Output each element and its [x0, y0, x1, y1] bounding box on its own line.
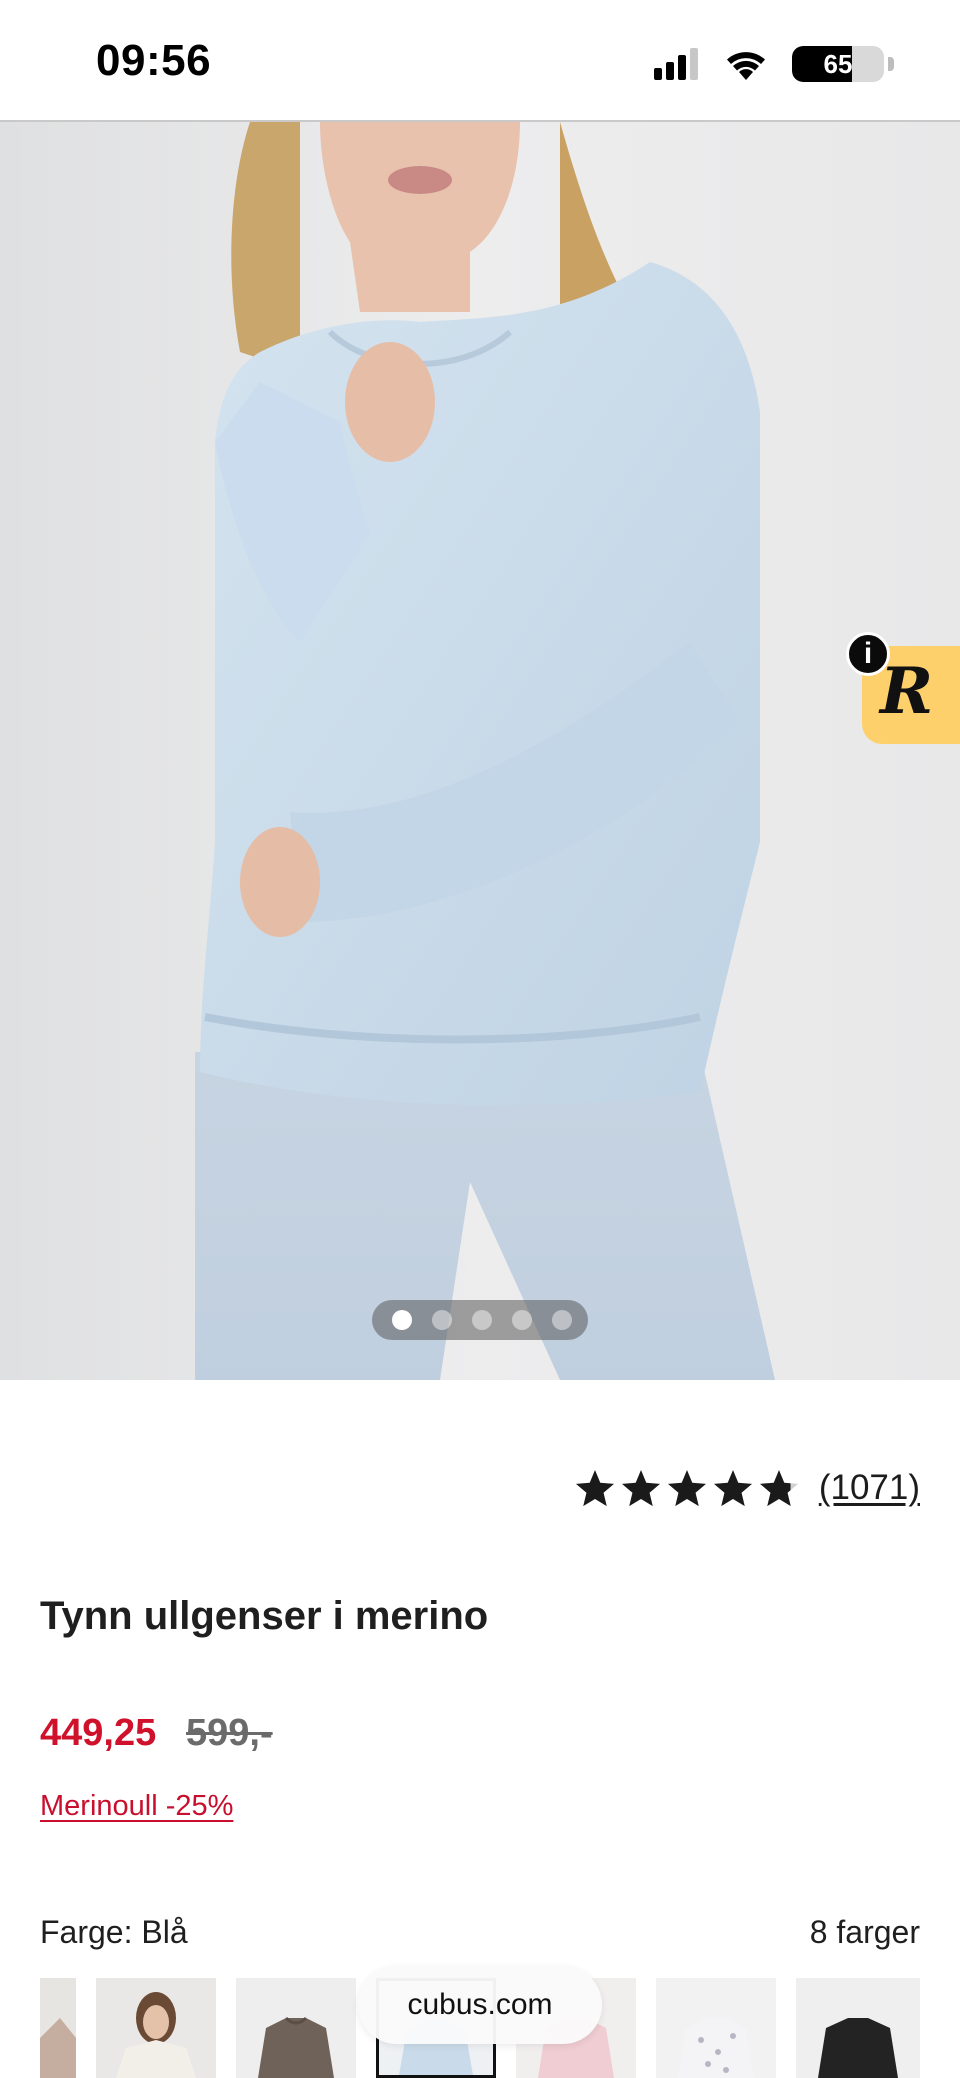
sale-price: 449,25 — [40, 1712, 157, 1754]
review-count-link[interactable]: (1071) — [819, 1468, 920, 1508]
star-icon — [621, 1470, 661, 1507]
wifi-icon — [727, 52, 765, 80]
battery-icon: 65 — [792, 46, 896, 82]
color-label: Farge: Blå — [40, 1914, 188, 1950]
carousel-pagination[interactable] — [372, 1300, 588, 1340]
status-icons: 65 — [636, 44, 896, 84]
status-time: 09:56 — [96, 36, 212, 85]
carousel-dot-4[interactable] — [512, 1310, 532, 1330]
star-icon — [713, 1470, 753, 1507]
carousel-dot-3[interactable] — [472, 1310, 492, 1330]
signal-bars-icon — [654, 48, 698, 80]
color-swatch[interactable] — [96, 1978, 216, 2078]
product-image-gallery[interactable] — [0, 122, 960, 1380]
campaign-link[interactable]: Merinoull -25% — [40, 1790, 233, 1823]
price-row: 449,25 599,- — [40, 1712, 440, 1762]
color-swatch[interactable] — [40, 1978, 76, 2078]
original-price: 599,- — [186, 1712, 273, 1754]
status-bar: 09:56 65 — [0, 0, 960, 122]
info-icon[interactable]: i — [846, 632, 890, 676]
color-count: 8 farger — [809, 1914, 920, 1950]
carousel-dot-1[interactable] — [392, 1310, 412, 1330]
color-swatch[interactable] — [656, 1978, 776, 2078]
rating-row[interactable]: (1071) — [560, 1464, 920, 1514]
browser-url-bar[interactable]: cubus.com — [358, 1966, 602, 2044]
rating-stars — [575, 1470, 798, 1507]
color-swatch[interactable] — [796, 1978, 920, 2078]
star-icon — [575, 1470, 615, 1507]
color-swatch[interactable] — [236, 1978, 356, 2078]
product-title: Tynn ullgenser i merino — [40, 1594, 489, 1638]
product-photo[interactable] — [0, 122, 960, 1380]
star-icon — [667, 1470, 707, 1507]
battery-level: 65 — [823, 49, 853, 79]
star-icon — [759, 1470, 798, 1507]
reviews-logo-icon: R — [880, 654, 934, 729]
carousel-dot-5[interactable] — [552, 1310, 572, 1330]
carousel-dot-2[interactable] — [432, 1310, 452, 1330]
